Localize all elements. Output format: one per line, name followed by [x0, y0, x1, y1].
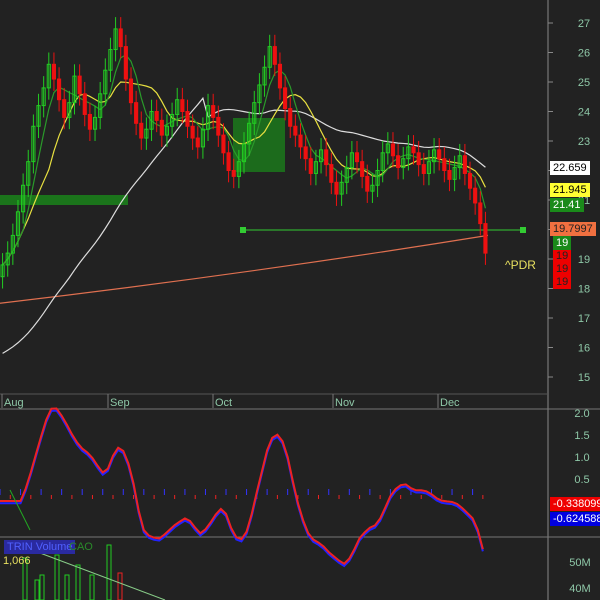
- ma-yellow-value: 21.945: [550, 183, 590, 197]
- candle: [57, 78, 62, 101]
- candle: [390, 143, 396, 157]
- signal-value: -0.624588: [550, 512, 600, 526]
- candle: [421, 164, 426, 174]
- candle: [123, 46, 128, 80]
- candle: [77, 75, 82, 95]
- candle: [51, 63, 57, 80]
- candle: [190, 125, 195, 139]
- candle: [473, 187, 478, 204]
- candle: [298, 134, 303, 148]
- candle: [334, 181, 339, 195]
- candle: [462, 155, 467, 174]
- macd-tick: 2.0: [574, 408, 589, 420]
- candle: [365, 175, 370, 192]
- candle: [180, 99, 185, 112]
- candle: [226, 152, 231, 172]
- stock-chart[interactable]: 15161718192021222324252627AugSepOctNovDe…: [0, 0, 600, 600]
- macd-tick: 0.5: [574, 474, 589, 486]
- volume-legend-trin: TRIN Volume: [4, 540, 76, 554]
- volume-bar: [75, 564, 81, 600]
- candle: [360, 161, 365, 177]
- price-tick: 15: [578, 372, 590, 384]
- price-tick: 23: [578, 136, 590, 148]
- last-green-value: 19: [553, 236, 572, 250]
- last-red-value: 19: [553, 276, 572, 289]
- volume-value: 1,066: [3, 555, 31, 567]
- annotation-line: [9, 489, 31, 531]
- candle: [478, 202, 483, 225]
- candle: [467, 172, 473, 189]
- price-tick: 16: [578, 343, 590, 355]
- date-tick-label: Nov: [335, 397, 355, 409]
- candle: [416, 152, 421, 166]
- macd-tick: 1.0: [574, 452, 589, 464]
- price-tick: 26: [578, 48, 590, 60]
- ma-orange-line: [0, 234, 489, 304]
- candle: [447, 170, 452, 180]
- price-tick: 19: [578, 254, 590, 266]
- volume-tick: 40M: [569, 583, 590, 595]
- zone-box: [0, 195, 128, 205]
- candle: [185, 111, 190, 127]
- volume-bar: [39, 574, 45, 600]
- price-tick: 17: [578, 313, 590, 325]
- price-tick: 25: [578, 77, 590, 89]
- candle: [293, 125, 298, 136]
- candle: [437, 149, 442, 160]
- ma-orange-value: 19.7997: [550, 222, 596, 236]
- candle: [272, 46, 277, 65]
- candle: [159, 119, 164, 136]
- volume-bar: [106, 544, 112, 600]
- candle: [82, 93, 87, 115]
- volume-tick: 50M: [569, 557, 590, 569]
- candle: [483, 223, 488, 254]
- ma-white-value: 22.659: [550, 161, 590, 175]
- candle: [324, 149, 329, 166]
- macd-value: -0.3380999: [550, 497, 600, 511]
- date-tick-label: Sep: [110, 397, 130, 409]
- price-tick: 24: [578, 107, 590, 119]
- volume-bar: [89, 574, 95, 600]
- date-tick-label: Aug: [4, 397, 24, 409]
- candle: [216, 116, 221, 136]
- candle: [354, 152, 360, 163]
- symbol-label: ^PDR: [505, 258, 536, 272]
- date-tick-label: Dec: [440, 397, 460, 409]
- ma-green-value: 21.41: [550, 198, 584, 212]
- support-handle: [240, 227, 246, 233]
- candle: [221, 134, 226, 154]
- candle: [411, 146, 416, 154]
- price-tick: 27: [578, 18, 590, 30]
- candle: [396, 155, 401, 169]
- last-red-value: 19: [553, 250, 572, 263]
- candle: [303, 146, 308, 160]
- candle: [442, 158, 447, 171]
- volume-bar: [54, 554, 60, 600]
- last-red-value: 19: [553, 263, 572, 276]
- candle: [154, 111, 159, 121]
- candle: [277, 63, 283, 89]
- candle: [139, 122, 144, 139]
- candle: [118, 28, 123, 48]
- candle: [134, 102, 139, 124]
- candle: [195, 137, 200, 148]
- volume-bar: [117, 572, 123, 600]
- candle: [308, 158, 313, 174]
- candle: [62, 99, 67, 118]
- candle: [128, 78, 134, 104]
- support-handle: [520, 227, 526, 233]
- volume-legend-cao: CAO: [69, 541, 93, 553]
- price-tick: 18: [578, 284, 590, 296]
- candle: [231, 170, 236, 177]
- volume-bar: [64, 574, 70, 600]
- candle: [211, 105, 216, 118]
- date-tick-label: Oct: [215, 397, 232, 409]
- macd-tick: 1.5: [574, 430, 589, 442]
- candle: [283, 87, 288, 110]
- candle: [288, 108, 293, 127]
- candle: [329, 164, 334, 183]
- volume-bar: [34, 579, 40, 600]
- candle: [87, 113, 92, 130]
